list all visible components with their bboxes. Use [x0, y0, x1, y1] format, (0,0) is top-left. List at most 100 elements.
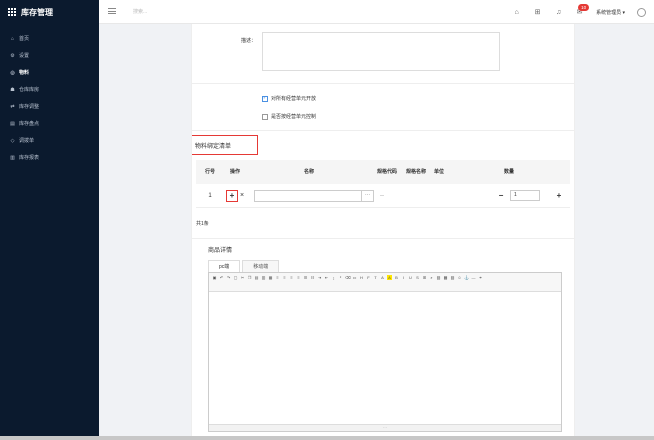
- subscript-icon[interactable]: ₂: [331, 275, 336, 280]
- spec-code-value: --: [380, 192, 384, 199]
- align-right-icon[interactable]: ≡: [289, 275, 294, 280]
- row-operations: + ×: [220, 189, 250, 202]
- report-icon: ▥: [10, 154, 15, 161]
- paste-icon[interactable]: ▤: [254, 275, 259, 280]
- window-bottom-scrollbar[interactable]: [0, 436, 654, 440]
- add-row-button[interactable]: +: [225, 189, 238, 202]
- hr-icon[interactable]: —: [471, 275, 476, 280]
- align-center-icon[interactable]: ≡: [282, 275, 287, 280]
- sidebar-item-label: 物料: [19, 70, 30, 76]
- col-spec-code: 规格代码: [376, 169, 397, 175]
- search-input[interactable]: 搜索...: [133, 8, 147, 15]
- home-icon[interactable]: ⌂: [512, 9, 521, 16]
- decrease-quantity-button[interactable]: −: [496, 191, 506, 200]
- avatar[interactable]: [637, 7, 646, 17]
- sidebar-item-adjust[interactable]: ⇄ 库存调整: [0, 98, 99, 115]
- delete-row-icon[interactable]: ×: [240, 192, 244, 199]
- quantity-input[interactable]: 1: [510, 190, 540, 201]
- checkbox-unit-control-row[interactable]: 是否按经营单元控制: [262, 113, 316, 120]
- sidebar-nav: ⌂ 首页 ⚙ 设置 ◎ 物料 ☗ 仓库库房 ⇄ 库存调整 ▤ 库存盘点 ◇ 调拨单 ▥ 库存报表: [0, 30, 99, 166]
- align-left-icon[interactable]: ≡: [275, 275, 280, 280]
- table-icon[interactable]: ⊞: [422, 275, 427, 280]
- select-all-icon[interactable]: ▭: [352, 275, 357, 280]
- divider: [192, 83, 574, 84]
- editor-resize-handle[interactable]: ⋯: [209, 424, 561, 431]
- tab-pc[interactable]: pc端: [208, 260, 241, 272]
- sidebar-item-home[interactable]: ⌂ 首页: [0, 30, 99, 47]
- product-detail-title: 商品详情: [208, 248, 233, 254]
- ordered-list-icon[interactable]: ☰: [303, 275, 308, 280]
- unordered-list-icon[interactable]: ☷: [310, 275, 315, 280]
- superscript-icon[interactable]: ²: [338, 275, 343, 280]
- grid-icon[interactable]: ⊞: [533, 8, 542, 16]
- undo-icon[interactable]: ↶: [219, 275, 224, 280]
- justify-icon[interactable]: ≡: [296, 275, 301, 280]
- redo-icon[interactable]: ↷: [226, 275, 231, 280]
- strikethrough-icon[interactable]: S: [415, 275, 420, 280]
- anchor-icon[interactable]: ⚓: [464, 275, 469, 280]
- col-quantity: 数量: [503, 169, 514, 175]
- checkbox-unchecked[interactable]: [262, 113, 268, 120]
- highlight-icon[interactable]: A: [387, 275, 392, 280]
- transfer-icon: ◇: [10, 137, 15, 144]
- sidebar-item-settings[interactable]: ⚙ 设置: [0, 47, 99, 64]
- font-color-icon[interactable]: A: [380, 275, 385, 280]
- home-icon: ⌂: [10, 35, 15, 42]
- cut-icon[interactable]: ✂: [240, 275, 245, 280]
- preview-icon[interactable]: ▢: [233, 275, 238, 280]
- notification-icon[interactable]: ✉ 10: [575, 4, 590, 16]
- font-family-icon[interactable]: F: [366, 275, 371, 280]
- topbar: 搜索... ⌂ ⊞ ♫ ✉ 10 系统管理员 ▾: [99, 0, 654, 24]
- italic-icon[interactable]: I: [401, 275, 406, 280]
- bell-icon[interactable]: ♫: [554, 9, 563, 16]
- bold-icon[interactable]: B: [394, 275, 399, 280]
- editor-content-area[interactable]: [209, 292, 561, 425]
- sidebar-item-inventory-check[interactable]: ▤ 库存盘点: [0, 115, 99, 132]
- brand[interactable]: 库存管理: [0, 0, 99, 24]
- tab-mobile[interactable]: 移动端: [242, 260, 280, 272]
- outdent-icon[interactable]: ⇤: [324, 275, 329, 280]
- sidebar: 库存管理 ⌂ 首页 ⚙ 设置 ◎ 物料 ☗ 仓库库房 ⇄ 库存调整 ▤ 库存盘点 ◇ 调拨单 …: [0, 0, 99, 436]
- indent-icon[interactable]: ⇥: [317, 275, 322, 280]
- paste-word-icon[interactable]: ▦: [268, 275, 273, 280]
- rich-text-editor: ▣ ↶ ↷ ▢ ✂ ❐ ▤ ▥ ▦ ≡ ≡ ≡ ≡ ☰ ☷ ⇥ ⇤ ₂ ² ⌫ …: [208, 272, 562, 432]
- col-spec-name: 规格名称: [406, 169, 427, 175]
- binding-table: 行号 操作 名称 规格代码 规格名称 单位 数量 1 + × ··· -- − …: [196, 160, 570, 208]
- settings-icon: ⚙: [10, 52, 15, 59]
- image-icon[interactable]: ▨: [436, 275, 441, 280]
- emoji-icon[interactable]: ☺: [457, 275, 462, 280]
- material-name-input[interactable]: ···: [254, 189, 374, 202]
- checkbox-checked[interactable]: ✓: [262, 95, 268, 102]
- select-material-button[interactable]: ···: [361, 190, 373, 201]
- sidebar-item-transfer[interactable]: ◇ 调拨单: [0, 132, 99, 149]
- menu-toggle-icon[interactable]: [108, 8, 116, 14]
- col-unit: 单位: [433, 169, 444, 175]
- template-icon[interactable]: ▧: [450, 275, 455, 280]
- increase-quantity-button[interactable]: +: [554, 191, 564, 200]
- source-icon[interactable]: ▣: [212, 275, 217, 280]
- section-title: 物料绑定清单: [192, 135, 258, 155]
- table-header: 行号 操作 名称 规格代码 规格名称 单位 数量: [196, 160, 570, 184]
- clear-format-icon[interactable]: ⌫: [345, 275, 351, 280]
- sidebar-item-label: 首页: [19, 36, 30, 42]
- copy-icon[interactable]: ❐: [247, 275, 252, 280]
- font-size-icon[interactable]: T: [373, 275, 378, 280]
- adjust-icon: ⇄: [10, 103, 15, 110]
- media-icon[interactable]: ▩: [443, 275, 448, 280]
- sidebar-item-material[interactable]: ◎ 物料: [0, 64, 99, 81]
- paste-text-icon[interactable]: ▥: [261, 275, 266, 280]
- sidebar-item-warehouse[interactable]: ☗ 仓库库房: [0, 81, 99, 98]
- sidebar-item-report[interactable]: ▥ 库存报表: [0, 149, 99, 166]
- sidebar-item-label: 仓库库房: [19, 87, 40, 93]
- heading-icon[interactable]: H: [359, 275, 364, 280]
- link-icon[interactable]: ⚭: [478, 275, 483, 280]
- checkbox-all-units-row[interactable]: ✓ 对所有经营单元开放: [262, 95, 316, 102]
- find-icon[interactable]: ⌕: [429, 275, 434, 280]
- user-menu[interactable]: 系统管理员 ▾: [596, 9, 625, 16]
- col-operation: 操作: [229, 169, 240, 175]
- checkbox-unit-control-label: 是否按经营单元控制: [271, 114, 317, 120]
- underline-icon[interactable]: U: [408, 275, 413, 280]
- desc-textarea[interactable]: [262, 32, 500, 71]
- app-grid-icon: [8, 8, 16, 16]
- sidebar-item-label: 调拨单: [19, 138, 35, 144]
